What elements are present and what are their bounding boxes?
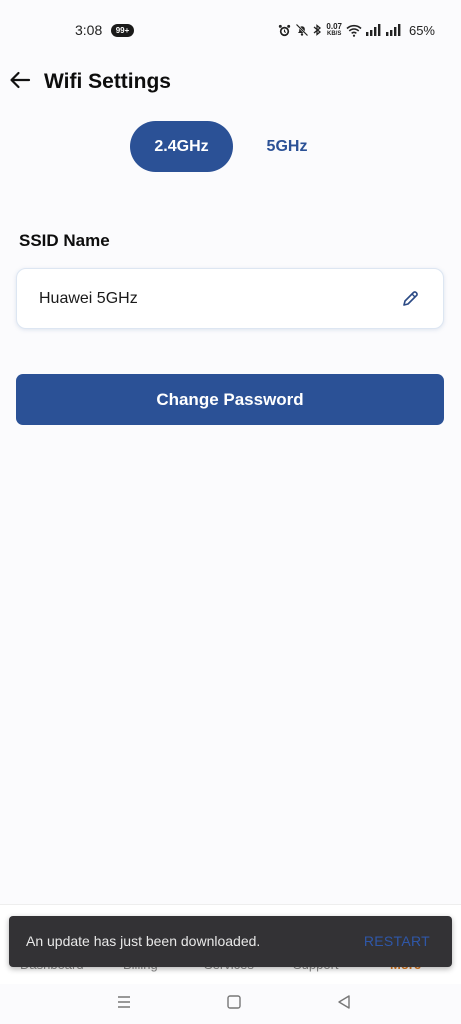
bluetooth-icon [313,23,322,37]
notification-badge: 99+ [111,24,134,37]
page-title: Wifi Settings [44,70,171,93]
signal-icon [365,24,382,36]
system-back-button[interactable] [334,992,354,1012]
app-header: Wifi Settings [0,62,461,102]
menu-icon [118,996,130,1008]
back-button[interactable] [6,66,34,94]
update-snackbar: An update has just been downloaded. REST… [9,916,452,967]
edit-ssid-button[interactable] [399,288,421,310]
triangle-back-icon [338,995,350,1009]
mute-icon [295,23,309,37]
system-home-button[interactable] [224,992,244,1012]
system-nav-bar [0,984,461,1024]
pencil-icon [403,291,418,306]
status-time: 3:08 [75,22,103,38]
restart-button[interactable]: RESTART [364,933,430,949]
speed-value: 0.07 [326,22,342,31]
ssid-value: Huawei 5GHz [39,290,138,307]
ssid-field[interactable]: Huawei 5GHz [16,268,444,329]
system-menu-button[interactable] [114,992,134,1012]
status-bar: 3:08 99+ 0.07 KB/S 65% [0,0,461,60]
status-icons: 0.07 KB/S 65% [278,20,435,40]
snackbar-message: An update has just been downloaded. [26,933,261,949]
speed-unit: KB/S [327,31,342,37]
square-icon [227,995,241,1009]
ssid-label: SSID Name [19,231,110,250]
change-password-button[interactable]: Change Password [16,374,444,425]
battery-level: 65% [408,22,435,38]
alarm-icon [278,24,291,37]
signal-icon-2 [385,24,402,36]
network-speed: 0.07 KB/S [326,22,342,38]
tab-2-4ghz[interactable]: 2.4GHz [130,121,233,172]
arrow-left-icon [10,71,31,89]
wifi-icon [346,24,362,37]
tab-5ghz[interactable]: 5GHz [243,121,331,172]
